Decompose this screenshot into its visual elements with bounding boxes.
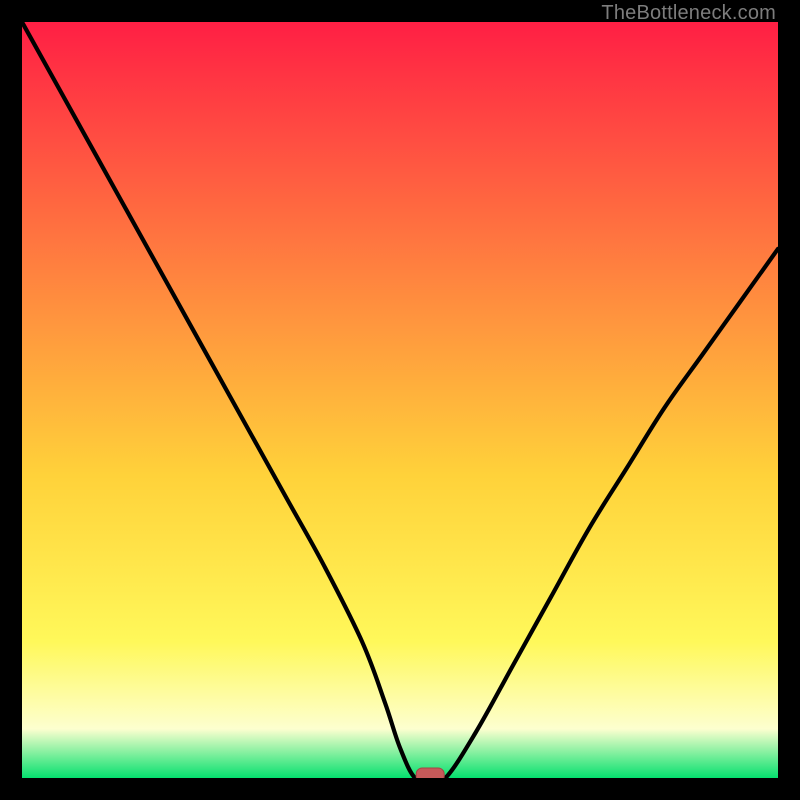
gradient-background <box>22 22 778 778</box>
chart-plot-area <box>22 22 778 778</box>
optimal-marker <box>416 768 444 778</box>
bottleneck-chart <box>22 22 778 778</box>
